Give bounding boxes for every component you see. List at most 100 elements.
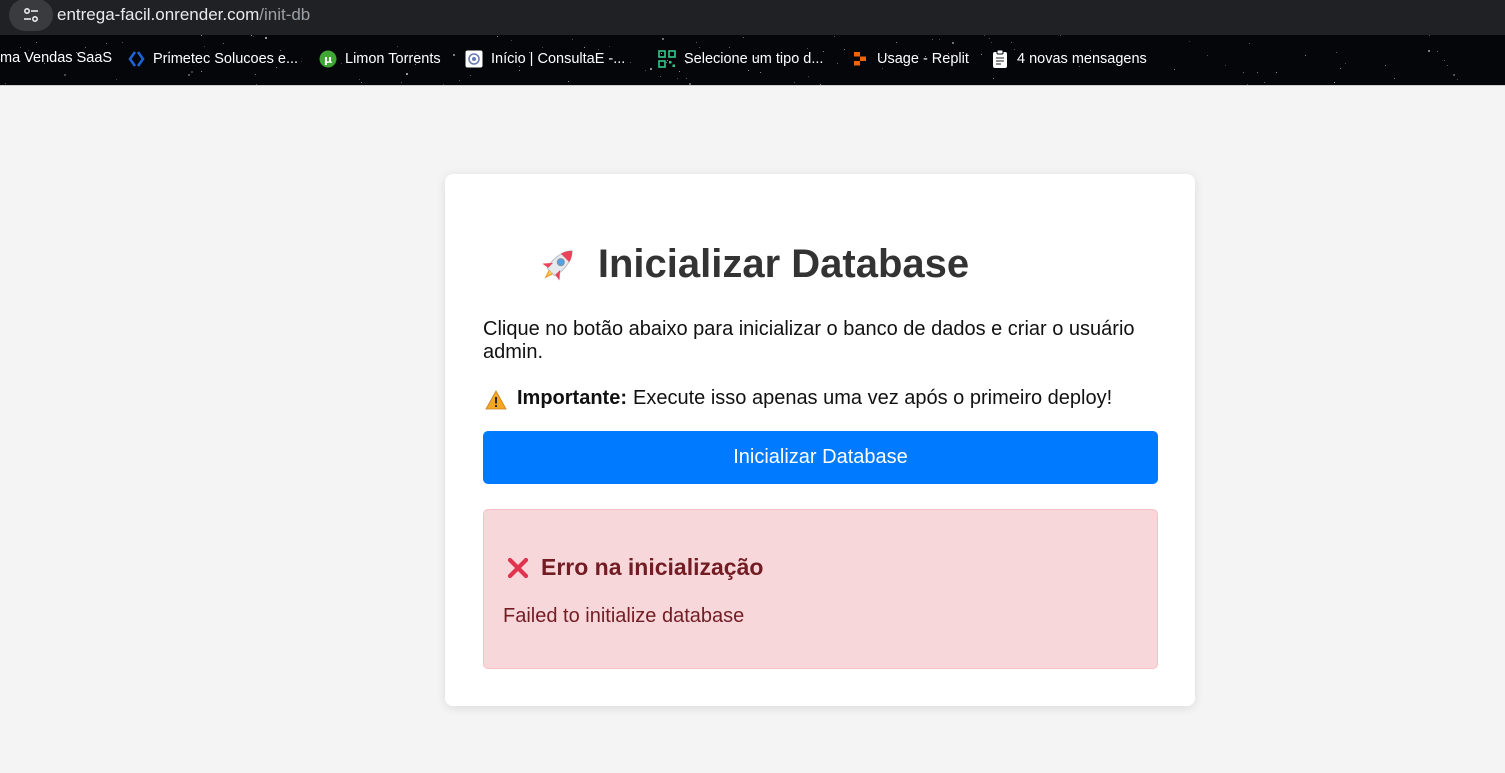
background-star [188, 74, 190, 76]
background-star [896, 42, 897, 43]
rocket-icon [536, 243, 580, 287]
url-host: entrega-facil.onrender.com [57, 4, 260, 24]
background-star [301, 61, 302, 62]
background-star [699, 47, 700, 48]
background-star [497, 36, 498, 37]
background-star [85, 47, 86, 48]
background-star [568, 81, 569, 82]
background-star [361, 82, 362, 83]
background-star [20, 47, 21, 48]
background-star [106, 43, 107, 44]
background-star [1336, 52, 1337, 53]
background-star [760, 72, 761, 73]
bookmark-item[interactable]: ma Vendas SaaS [0, 50, 112, 66]
background-star [1011, 42, 1012, 43]
background-star [991, 42, 992, 43]
background-star [359, 79, 360, 80]
background-star [743, 37, 744, 38]
background-star [1385, 65, 1386, 66]
background-star [939, 39, 940, 40]
bookmark-label: ma Vendas SaaS [0, 50, 113, 66]
background-star [630, 62, 631, 63]
background-star [519, 70, 520, 71]
background-star [1276, 72, 1277, 73]
bookmark-label: Primetec Solucoes e... [153, 51, 299, 67]
background-star [981, 54, 982, 55]
background-star [470, 75, 471, 76]
background-star [584, 47, 585, 48]
background-star [1189, 41, 1190, 42]
background-star [223, 43, 224, 44]
background-star [808, 76, 809, 77]
bookmark-item[interactable]: 4 novas mensagens [991, 49, 1147, 68]
important-notice: Importante: Execute isso apenas uma vez … [485, 386, 1112, 410]
bookmark-label: Usage - Replit [877, 51, 969, 67]
background-star [1444, 60, 1445, 61]
bookmark-item[interactable]: Primetec Solucoes e... [127, 50, 298, 68]
background-star [677, 78, 678, 79]
background-star [253, 36, 254, 37]
background-star [251, 35, 252, 36]
background-star [807, 48, 808, 49]
background-star [1428, 50, 1430, 52]
site-info-button[interactable] [9, 0, 53, 31]
background-star [459, 80, 460, 81]
background-star [650, 68, 652, 70]
background-star [1345, 63, 1346, 64]
background-star [397, 46, 398, 47]
replit-icon [851, 50, 869, 68]
background-star [36, 42, 37, 43]
background-star [265, 37, 267, 39]
description-text: Clique no botão abaixo para inicializar … [483, 318, 1135, 363]
background-star [64, 74, 66, 76]
url-path: /init-db [259, 4, 311, 24]
initialize-database-button[interactable]: Inicializar Database [483, 431, 1158, 484]
bookmark-item[interactable]: Início | ConsultaE -... [465, 50, 625, 68]
background-star [204, 46, 205, 47]
consultae-icon [465, 50, 483, 68]
background-star [662, 38, 664, 40]
background-star [5, 83, 6, 84]
bookmark-item[interactable]: µ Limon Torrents [319, 50, 441, 68]
error-message: Failed to initialize database [503, 605, 745, 627]
page-title: Inicializar Database [0, 242, 1505, 287]
svg-text:µ: µ [324, 53, 332, 66]
warning-icon [485, 390, 507, 410]
background-star [686, 78, 687, 79]
background-star [1437, 51, 1438, 52]
background-star [201, 71, 202, 72]
bookmarks-bar: ma Vendas SaaS Primetec Solucoes e... µ … [0, 35, 1505, 85]
background-star [191, 71, 193, 73]
background-star [844, 49, 845, 50]
url-field[interactable]: entrega-facil.onrender.com/init-db [57, 5, 310, 25]
title-text: Inicializar Database [597, 242, 970, 286]
bookmark-item[interactable]: Usage - Replit [851, 50, 969, 68]
background-star [1305, 55, 1306, 56]
background-star [255, 74, 256, 75]
utorrent-icon: µ [319, 50, 337, 68]
background-star [989, 38, 990, 39]
background-star [1264, 82, 1265, 83]
background-star [645, 70, 646, 71]
background-star [993, 78, 994, 79]
background-star [1243, 72, 1244, 73]
divider [0, 85, 1505, 86]
browser-address-bar: entrega-facil.onrender.com/init-db [0, 0, 1505, 35]
background-star [729, 47, 730, 48]
bookmark-item[interactable]: Selecione um tipo d... [658, 50, 823, 68]
background-star [660, 76, 661, 77]
background-star [116, 79, 117, 80]
background-star [679, 71, 680, 72]
background-star [1249, 43, 1250, 44]
background-star [572, 39, 573, 40]
background-star [1447, 65, 1448, 66]
background-star [1340, 68, 1341, 69]
background-star [952, 42, 954, 44]
bookmark-label: Selecione um tipo d... [684, 51, 824, 67]
background-star [1453, 74, 1455, 76]
background-star [1174, 69, 1175, 70]
background-star [1457, 79, 1458, 80]
background-star [542, 47, 543, 48]
error-title: Erro na inicialização [505, 554, 763, 581]
background-star [932, 39, 933, 40]
